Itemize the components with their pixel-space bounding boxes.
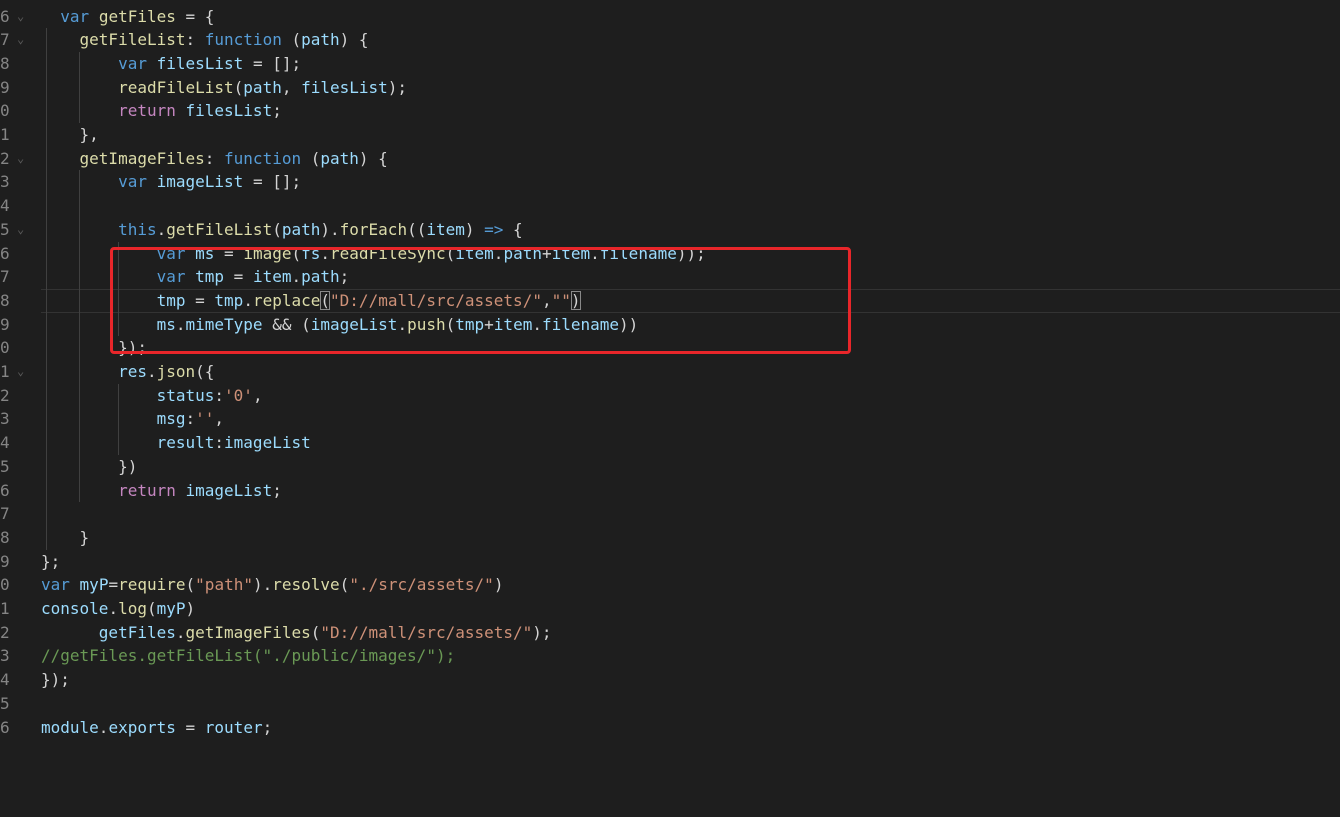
line-number: 2 — [0, 385, 10, 405]
code-line[interactable]: 5 ⌄ this.getFileList(path).forEach((item)… — [0, 218, 1340, 242]
code-text[interactable]: return imageList; — [41, 479, 282, 503]
fold-chevron-icon[interactable]: ⌄ — [17, 28, 37, 52]
code-line[interactable]: 1 ⌄ res.json({ — [0, 360, 1340, 384]
code-text[interactable]: res.json({ — [41, 360, 214, 384]
code-line[interactable]: 5 — [0, 692, 1340, 716]
line-number: 5 — [0, 693, 10, 713]
code-line[interactable]: 4 result:imageList — [0, 431, 1340, 455]
line-number: 4 — [0, 196, 10, 216]
line-number: 1 — [0, 125, 10, 144]
code-line[interactable]: 6 module.exports = router; — [0, 716, 1340, 740]
code-line[interactable]: 8 var filesList = []; — [0, 52, 1340, 76]
line-number: 0 — [0, 338, 10, 358]
line-number: 8 — [0, 53, 10, 73]
code-text[interactable]: var getFiles = { — [41, 5, 214, 29]
code-line[interactable]: 1 console.log(myP) — [0, 597, 1340, 621]
code-line[interactable]: 2 status:'0', — [0, 384, 1340, 408]
code-editor[interactable]: 6 ⌄ var getFiles = { 7 ⌄ getFileList: funct… — [0, 0, 1340, 817]
code-text[interactable]: this.getFileList(path).forEach((item) =>… — [41, 218, 523, 242]
code-line[interactable]: 4}); — [0, 668, 1340, 692]
line-number: 9 — [0, 77, 10, 97]
code-line[interactable]: 5 }) — [0, 455, 1340, 479]
code-line[interactable]: 0 var myP=require("path").resolve("./src/… — [0, 573, 1340, 597]
line-number: 4 — [0, 433, 10, 453]
code-text[interactable]: } — [41, 526, 90, 550]
fold-chevron-icon[interactable]: ⌄ — [17, 147, 37, 171]
code-text[interactable]: getFileList: function (path) { — [41, 28, 369, 52]
code-text[interactable]: msg:'', — [41, 407, 224, 431]
code-line[interactable]: 3 var imageList = []; — [0, 170, 1340, 194]
code-line[interactable]: 6 ⌄ var getFiles = { — [0, 5, 1340, 29]
code-text[interactable]: var filesList = []; — [41, 52, 301, 76]
code-line[interactable]: 7 — [0, 502, 1340, 526]
line-number: 4 — [0, 670, 10, 690]
code-text[interactable]: readFileList(path, filesList); — [41, 76, 407, 100]
code-text[interactable]: }; — [41, 550, 60, 574]
code-line[interactable]: 2 ⌄ getImageFiles: function (path) { — [0, 147, 1340, 171]
line-number: 1 — [0, 599, 10, 618]
code-text[interactable]: module.exports = router; — [41, 716, 272, 740]
line-number: 9 — [0, 314, 10, 334]
line-number: 2 — [0, 148, 10, 168]
code-text[interactable]: }, — [41, 123, 99, 147]
code-text[interactable]: }); — [41, 668, 70, 692]
line-number: 8 — [0, 527, 10, 547]
code-text[interactable]: result:imageList — [41, 431, 311, 455]
line-number: 7 — [0, 30, 10, 50]
code-text[interactable]: }) — [41, 455, 137, 479]
code-line[interactable]: 8 } — [0, 526, 1340, 550]
code-text[interactable]: status:'0', — [41, 384, 263, 408]
line-number: 6 — [0, 480, 10, 500]
code-line[interactable]: 4 — [0, 194, 1340, 218]
code-line[interactable]: 6 return imageList; — [0, 479, 1340, 503]
line-number: 1 — [0, 362, 10, 381]
line-number: 8 — [0, 290, 10, 310]
line-number: 3 — [0, 646, 10, 666]
code-text[interactable]: return filesList; — [41, 99, 282, 123]
code-line[interactable]: 3 msg:'', — [0, 407, 1340, 431]
line-number: 7 — [0, 504, 10, 524]
fold-chevron-icon[interactable]: ⌄ — [17, 5, 37, 29]
code-text[interactable]: //getFiles.getFileList("./public/images/… — [41, 644, 455, 668]
line-number: 3 — [0, 409, 10, 429]
code-line[interactable]: 9}; — [0, 550, 1340, 574]
code-text[interactable]: getImageFiles: function (path) { — [41, 147, 388, 171]
line-number: 7 — [0, 267, 10, 287]
code-text[interactable]: getFiles.getImageFiles("D://mall/src/ass… — [41, 621, 552, 645]
line-number: 6 — [0, 6, 10, 26]
code-line[interactable]: 3 //getFiles.getFileList("./public/images… — [0, 644, 1340, 668]
line-number: 6 — [0, 717, 10, 737]
line-number: 6 — [0, 243, 10, 263]
line-number: 3 — [0, 172, 10, 192]
code-text[interactable]: console.log(myP) — [41, 597, 195, 621]
fold-chevron-icon[interactable]: ⌄ — [17, 360, 37, 384]
line-number: 2 — [0, 622, 10, 642]
fold-chevron-icon[interactable]: ⌄ — [17, 218, 37, 242]
code-text[interactable]: var myP=require("path").resolve("./src/a… — [41, 573, 503, 597]
code-line[interactable]: 7 ⌄ getFileList: function (path) { — [0, 28, 1340, 52]
code-line[interactable]: 9 readFileList(path, filesList); — [0, 76, 1340, 100]
code-line[interactable]: 0 return filesList; — [0, 99, 1340, 123]
line-number: 5 — [0, 456, 10, 476]
code-line[interactable]: 2 getFiles.getImageFiles("D://mall/src/a… — [0, 621, 1340, 645]
code-line[interactable]: 1 }, — [0, 123, 1340, 147]
line-number: 9 — [0, 551, 10, 571]
annotation-highlight-box — [110, 247, 851, 354]
code-text[interactable]: var imageList = []; — [41, 170, 301, 194]
line-number: 0 — [0, 575, 10, 595]
line-number: 0 — [0, 101, 10, 121]
line-number: 5 — [0, 219, 10, 239]
